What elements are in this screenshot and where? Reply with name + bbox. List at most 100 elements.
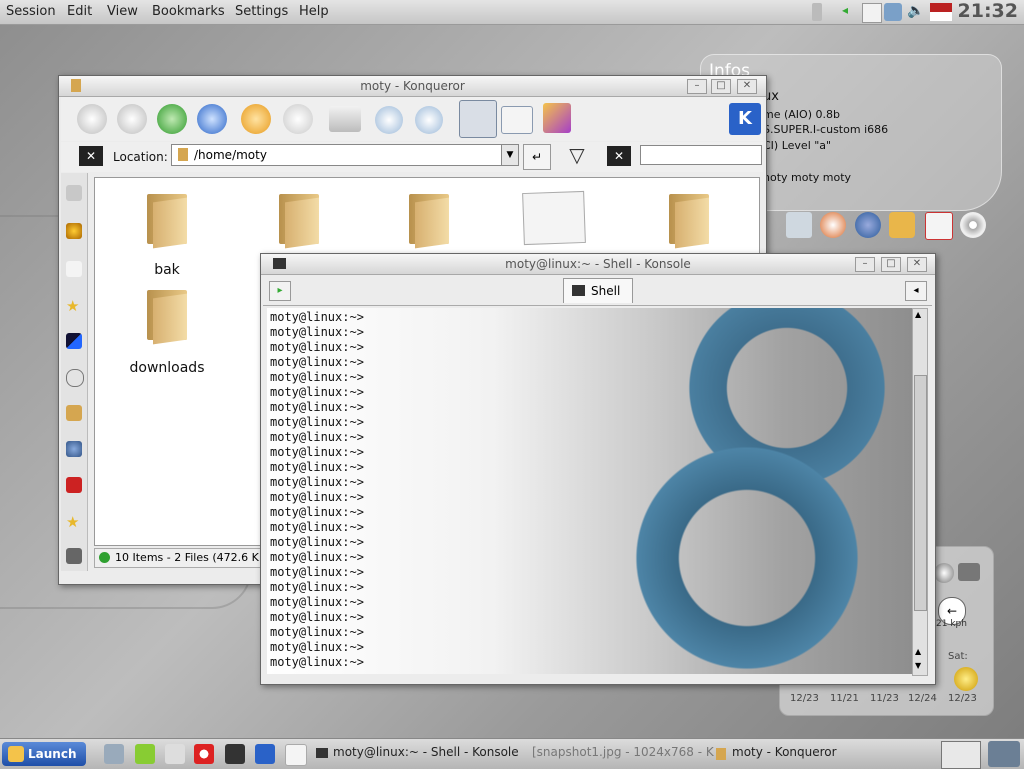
package-icon[interactable] (889, 212, 915, 238)
sidebar-network-icon[interactable] (66, 369, 84, 387)
forecast-date: 12/24 (908, 693, 937, 704)
file-manager-icon[interactable] (104, 744, 124, 764)
task-image-viewer[interactable]: [snapshot1.jpg - 1024x768 - K (532, 745, 714, 759)
sidebar-favorites-icon[interactable]: ★ (66, 513, 82, 531)
minimize-button[interactable]: – (855, 257, 875, 272)
terminal-line: moty@linux:~> (270, 505, 364, 519)
go-button[interactable]: ↵ (523, 144, 551, 170)
forecast-date: 12/23 (948, 693, 977, 704)
chevron-down-icon[interactable]: ▼ (501, 145, 518, 165)
image-gallery-button[interactable] (543, 103, 571, 133)
terminal-line: moty@linux:~> (270, 535, 364, 549)
text-document-icon[interactable] (522, 190, 586, 246)
folder-icon[interactable] (275, 186, 323, 249)
folder-label[interactable]: downloads (117, 360, 217, 376)
terminal-line: moty@linux:~> (270, 595, 364, 609)
menu-bookmarks[interactable]: Bookmarks (152, 4, 225, 19)
sidebar-home-icon[interactable] (66, 261, 82, 277)
konsole-titlebar[interactable]: moty@linux:~ - Shell - Konsole – □ ✕ (261, 254, 935, 275)
scroll-down-icon[interactable]: ▼ (915, 661, 921, 670)
menu-settings[interactable]: Settings (235, 4, 288, 19)
battery-icon[interactable] (812, 3, 822, 21)
tools-icon[interactable] (135, 744, 155, 764)
sidebar-bookmarks-icon[interactable]: ★ (66, 297, 82, 315)
calendar-icon[interactable] (925, 212, 953, 240)
terminal-icon[interactable] (225, 744, 245, 764)
us-flag-icon[interactable] (930, 3, 952, 21)
home-button[interactable] (197, 104, 227, 134)
clipboard-icon[interactable] (862, 3, 882, 23)
stop-button[interactable] (283, 104, 313, 134)
sidebar-media-icon[interactable] (66, 548, 82, 564)
mail-icon[interactable] (165, 744, 185, 764)
terminal-line: moty@linux:~> (270, 355, 364, 369)
location-combo[interactable]: /home/moty ▼ (171, 144, 519, 166)
minimize-button[interactable]: – (687, 79, 707, 94)
menu-edit[interactable]: Edit (67, 4, 92, 19)
folder-icon[interactable] (665, 186, 713, 249)
terminal-area[interactable]: moty@linux:~> moty@linux:~> moty@linux:~… (267, 308, 913, 674)
drive-icon[interactable] (786, 212, 812, 238)
up-button[interactable] (157, 104, 187, 134)
menu-view[interactable]: View (107, 4, 138, 19)
editor-icon[interactable] (285, 744, 307, 766)
folder-icon[interactable] (143, 282, 191, 345)
forward-button[interactable] (117, 104, 147, 134)
speaker-icon[interactable]: 🔈 (907, 3, 925, 21)
gauge-icon[interactable] (820, 212, 846, 238)
menubar: Session Edit View Bookmarks Settings Hel… (0, 0, 1024, 25)
status-text: 10 Items - 2 Files (472.6 K (115, 551, 259, 564)
terminal-line: moty@linux:~> (270, 430, 364, 444)
new-tab-button[interactable]: ▸ (269, 281, 291, 301)
zoom-out-button[interactable] (415, 106, 443, 134)
terminal-scrollbar[interactable]: ▲ ▲ ▼ (912, 308, 928, 676)
sidebar-devices-icon[interactable] (66, 333, 82, 349)
sidebar-folder-icon[interactable] (66, 405, 82, 421)
clear-search-icon[interactable]: ✕ (607, 146, 631, 166)
maximize-button[interactable]: □ (881, 257, 901, 272)
cdrom-icon[interactable] (960, 212, 986, 238)
globe-icon[interactable] (934, 563, 954, 583)
reload-button[interactable] (241, 104, 271, 134)
print-button[interactable] (329, 106, 361, 132)
menu-session[interactable]: Session (6, 4, 56, 19)
folder-label[interactable]: bak (117, 262, 217, 278)
clock[interactable]: 21:32 (958, 0, 1018, 22)
close-button[interactable]: ✕ (737, 79, 757, 94)
close-tab-button[interactable]: ◂ (905, 281, 927, 301)
task-konsole[interactable]: moty@linux:~ - Shell - Konsole (333, 745, 519, 759)
help-icon[interactable] (194, 744, 214, 764)
maximize-button[interactable]: □ (711, 79, 731, 94)
folder-icon[interactable] (143, 186, 191, 249)
terminal-icon (572, 285, 585, 296)
scroll-up-icon[interactable]: ▲ (915, 647, 921, 656)
network-icon[interactable] (855, 212, 881, 238)
show-desktop-icon[interactable] (988, 741, 1020, 767)
arrow-left-icon[interactable]: ◂ (842, 3, 860, 21)
search-input[interactable] (640, 145, 762, 165)
scroll-thumb[interactable] (914, 375, 927, 611)
printer-icon[interactable] (884, 3, 902, 21)
konqueror-titlebar[interactable]: moty - Konqueror – □ ✕ (59, 76, 766, 97)
folder-icon[interactable] (405, 186, 453, 249)
sidebar-books-icon[interactable] (66, 477, 82, 493)
detailed-view-button[interactable] (501, 106, 533, 134)
sidebar-history-icon[interactable] (66, 223, 82, 239)
task-konqueror[interactable]: moty - Konqueror (732, 745, 837, 759)
sidebar-services-icon[interactable] (66, 441, 82, 457)
konqueror-icon[interactable] (255, 744, 275, 764)
location-input[interactable]: /home/moty (194, 148, 267, 162)
close-button[interactable]: ✕ (907, 257, 927, 272)
zoom-in-button[interactable] (375, 106, 403, 134)
camera-icon[interactable] (958, 563, 980, 581)
filter-icon[interactable]: ▽ (565, 143, 589, 171)
back-button[interactable] (77, 104, 107, 134)
clear-location-icon[interactable]: ✕ (79, 146, 103, 166)
launch-button[interactable]: Launch (2, 742, 86, 766)
icon-view-button[interactable] (459, 100, 497, 138)
scroll-up-icon[interactable]: ▲ (915, 310, 921, 319)
sidebar-config-icon[interactable] (66, 185, 82, 201)
desktop-pager[interactable] (941, 741, 981, 769)
tab-shell[interactable]: Shell (563, 278, 633, 303)
menu-help[interactable]: Help (299, 4, 329, 19)
